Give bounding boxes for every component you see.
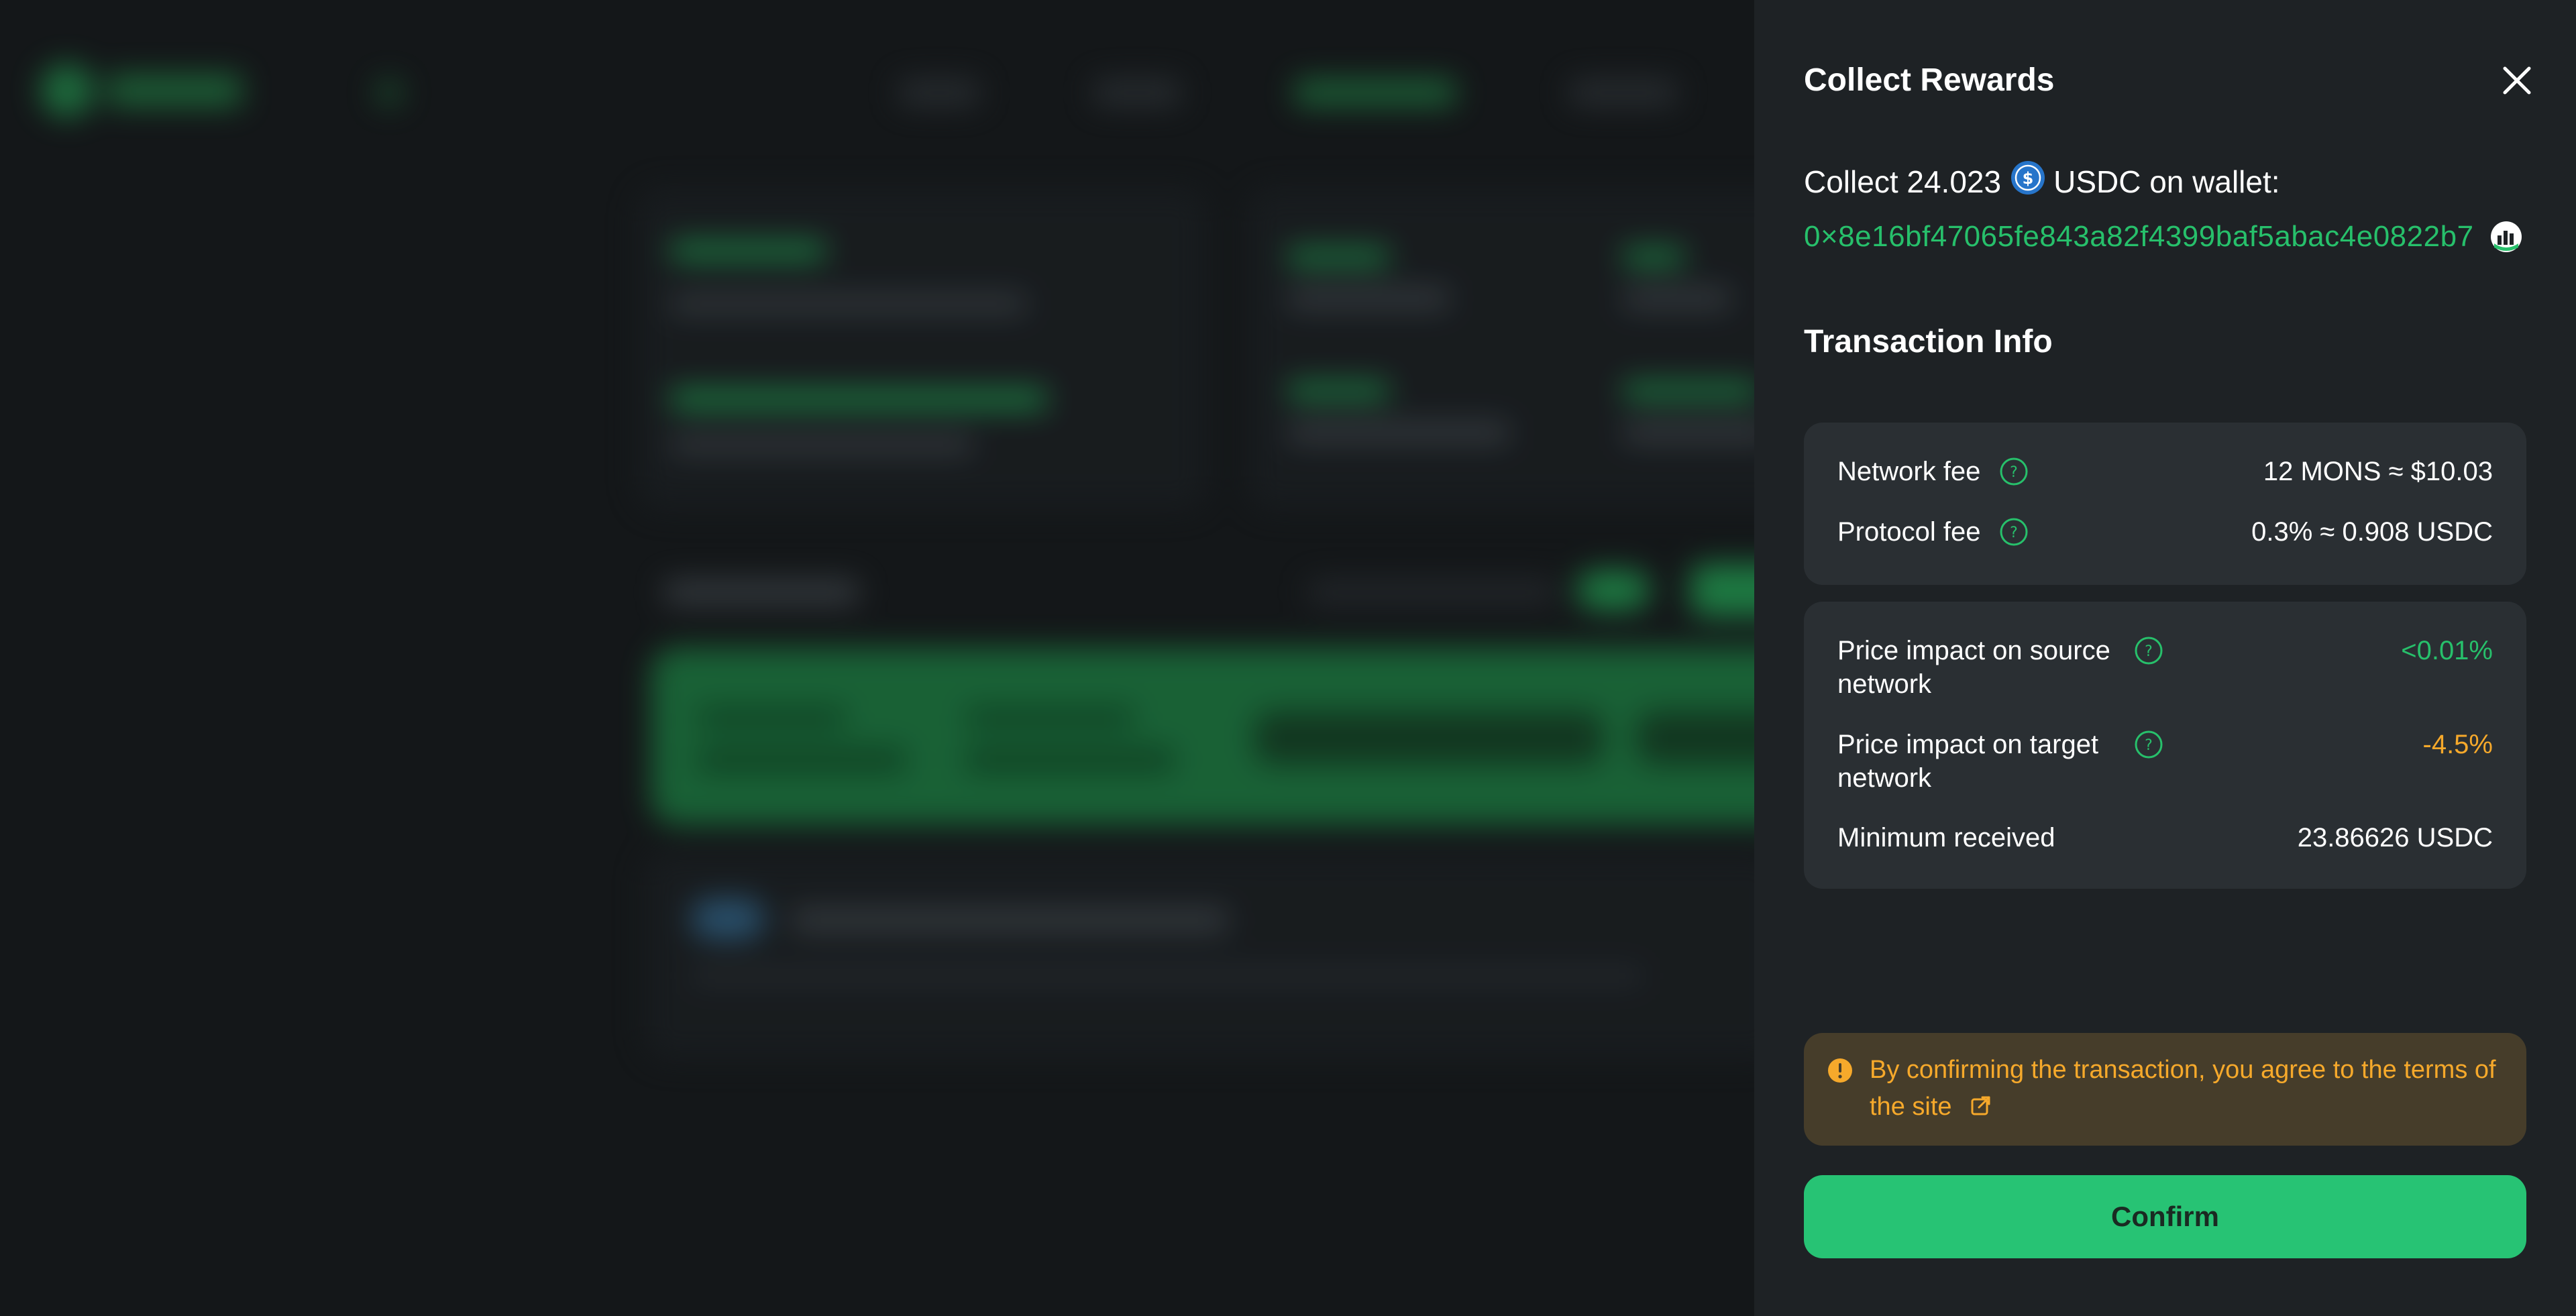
- help-icon[interactable]: ?: [2134, 730, 2163, 759]
- source-impact-row: Price impact on source network ? <0.01%: [1837, 634, 2493, 701]
- price-impact-box: Price impact on source network ? <0.01% …: [1804, 602, 2526, 889]
- usdc-icon: $: [2011, 161, 2045, 195]
- protocol-fee-label: Protocol fee: [1837, 517, 1981, 547]
- minimum-received-value: 23.86626 USDC: [2297, 823, 2493, 853]
- background-nav-item-active: [1295, 79, 1456, 106]
- svg-text:?: ?: [2010, 525, 2019, 541]
- network-fee-label: Network fee: [1837, 457, 1981, 486]
- wallet-address[interactable]: 0×8e16bf47065fe843a82f4399baf5abac4e0822…: [1804, 220, 2474, 254]
- svg-text:?: ?: [2145, 737, 2153, 754]
- panel-title: Collect Rewards: [1804, 62, 2055, 98]
- help-icon[interactable]: ?: [1999, 457, 2029, 486]
- background-banner: [651, 647, 1858, 825]
- terms-notice: By confirming the transaction, you agree…: [1804, 1033, 2526, 1146]
- background-nav-dot: [376, 79, 402, 106]
- protocol-fee-value: 0.3% ≈ 0.908 USDC: [2251, 517, 2493, 547]
- background-toggle: [1576, 570, 1650, 610]
- background-nav-item: [1093, 79, 1181, 106]
- source-impact-value: <0.01%: [2401, 636, 2493, 665]
- target-impact-row: Price impact on target network ? -4.5%: [1837, 728, 2493, 795]
- background-nav-item: [899, 79, 979, 106]
- warning-icon: [1828, 1058, 1852, 1083]
- target-impact-label: Price impact on target network: [1837, 730, 2099, 793]
- svg-text:?: ?: [2010, 464, 2019, 481]
- terms-notice-text[interactable]: By confirming the transaction, you agree…: [1870, 1056, 2496, 1121]
- background-toggle-label: [1308, 580, 1556, 604]
- minimum-received-row: Minimum received 23.86626 USDC: [1837, 821, 2493, 855]
- wallet-row: 0×8e16bf47065fe843a82f4399baf5abac4e0822…: [1804, 220, 2522, 254]
- background-heading: [664, 580, 859, 604]
- help-icon[interactable]: ?: [1999, 517, 2029, 547]
- collect-amount: Collect 24.023: [1804, 164, 2002, 199]
- transaction-info-title: Transaction Info: [1804, 324, 2053, 360]
- external-link-icon[interactable]: [1970, 1095, 1992, 1117]
- background-logo: [40, 60, 255, 121]
- network-fee-value: 12 MONS ≈ $10.03: [2263, 457, 2493, 486]
- close-button[interactable]: [2496, 59, 2538, 102]
- wallet-avatar-icon: [2490, 221, 2522, 252]
- background-nav-item: [1570, 79, 1677, 106]
- terms-notice-text-wrap: By confirming the transaction, you agree…: [1870, 1052, 2500, 1126]
- svg-text:$: $: [2023, 169, 2034, 188]
- collect-token-label: USDC on wallet:: [2053, 164, 2280, 199]
- network-fee-row: Network fee ? 12 MONS ≈ $10.03: [1837, 455, 2493, 488]
- help-icon[interactable]: ?: [2134, 636, 2163, 665]
- background-position-card: [644, 852, 1784, 1060]
- minimum-received-label: Minimum received: [1837, 823, 2055, 853]
- app-root: Collect Rewards Collect 24.023 $ USDC on…: [0, 0, 2576, 1316]
- protocol-fee-row: Protocol fee ? 0.3% ≈ 0.908 USDC: [1837, 515, 2493, 549]
- confirm-button[interactable]: Confirm: [1804, 1175, 2526, 1258]
- source-impact-label: Price impact on source network: [1837, 636, 2110, 699]
- svg-text:?: ?: [2145, 643, 2153, 660]
- fees-box: Network fee ? 12 MONS ≈ $10.03 Protocol …: [1804, 423, 2526, 585]
- close-icon: [2503, 66, 2531, 95]
- background-card: [637, 188, 1208, 510]
- target-impact-value: -4.5%: [2422, 730, 2493, 759]
- collect-rewards-panel: Collect Rewards Collect 24.023 $ USDC on…: [1754, 0, 2576, 1316]
- collect-summary: Collect 24.023 $ USDC on wallet:: [1804, 161, 2280, 200]
